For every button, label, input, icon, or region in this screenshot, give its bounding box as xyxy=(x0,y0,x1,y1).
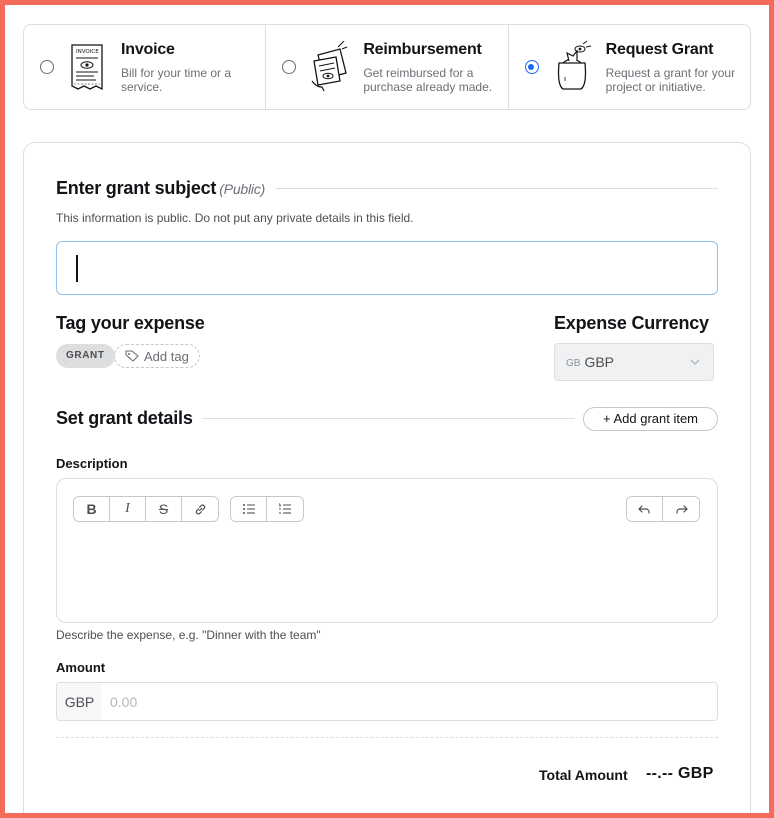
format-toolbar-group: B I S xyxy=(73,496,219,522)
request-grant-title: Request Grant xyxy=(605,41,714,58)
strikethrough-button[interactable]: S xyxy=(146,497,182,521)
currency-flag-code: GB xyxy=(566,357,581,369)
description-label: Description xyxy=(56,456,128,471)
tag-expense-heading: Tag your expense xyxy=(56,313,205,333)
description-help-text: Describe the expense, e.g. "Dinner with … xyxy=(56,628,321,642)
details-divider xyxy=(202,418,575,419)
currency-value: GBP xyxy=(584,354,615,370)
subject-divider xyxy=(276,188,718,189)
italic-button[interactable]: I xyxy=(110,497,146,521)
chevron-down-icon xyxy=(690,359,700,365)
add-tag-button[interactable]: Add tag xyxy=(114,344,200,368)
tag-icon xyxy=(125,350,139,362)
bold-icon: B xyxy=(86,501,97,517)
link-button[interactable] xyxy=(182,497,218,521)
request-grant-description: Request a grant for your project or init… xyxy=(605,66,736,94)
redo-icon xyxy=(675,504,688,514)
reimbursement-radio[interactable] xyxy=(282,60,297,74)
request-grant-radio[interactable] xyxy=(524,60,539,74)
tag-badge-grant[interactable]: GRANT xyxy=(56,344,115,368)
grant-bag-illustration-icon xyxy=(557,41,591,90)
receipts-illustration-icon xyxy=(311,41,348,92)
grant-subject-heading: Enter grant subject (Public) xyxy=(56,178,265,199)
subject-help-text: This information is public. Do not put a… xyxy=(56,211,414,225)
bold-button[interactable]: B xyxy=(74,497,110,521)
bullet-list-icon xyxy=(242,504,255,514)
expense-type-invoice[interactable]: INVOICE Invoice Bill for your time or a … xyxy=(24,25,267,109)
total-amount-label: Total Amount xyxy=(539,767,628,783)
undo-icon xyxy=(638,504,650,514)
expense-type-reimbursement[interactable]: Reimbursement Get reimbursed for a purch… xyxy=(266,25,509,109)
add-grant-item-button[interactable]: + Add grant item xyxy=(583,407,718,431)
invoice-description: Bill for your time or a service. xyxy=(121,66,232,94)
add-tag-label: Add tag xyxy=(144,348,189,364)
invoice-illustration-text: INVOICE xyxy=(76,49,99,55)
description-editor[interactable]: B I S xyxy=(56,478,718,623)
history-toolbar-group xyxy=(626,496,700,522)
currency-select[interactable]: GB GBP xyxy=(554,343,714,381)
numbered-list-icon xyxy=(279,503,291,514)
total-amount-value: --.-- GBP xyxy=(646,765,714,782)
link-icon xyxy=(195,504,205,514)
numbered-list-button[interactable] xyxy=(267,497,303,521)
grant-subject-title: Enter grant subject xyxy=(56,178,217,198)
amount-input[interactable] xyxy=(102,683,717,720)
public-label: (Public) xyxy=(219,181,266,197)
reimbursement-description: Get reimbursed for a purchase already ma… xyxy=(363,66,493,94)
undo-button[interactable] xyxy=(627,497,663,521)
grant-form-panel: Enter grant subject (Public) This informa… xyxy=(23,142,751,818)
bullet-list-button[interactable] xyxy=(231,497,267,521)
grant-details-heading: Set grant details xyxy=(56,408,193,428)
text-caret xyxy=(76,255,78,282)
amount-label: Amount xyxy=(56,660,106,675)
expense-currency-heading: Expense Currency xyxy=(554,313,709,333)
italic-icon: I xyxy=(125,501,130,516)
redo-button[interactable] xyxy=(663,497,699,521)
reimbursement-title: Reimbursement xyxy=(363,41,482,58)
invoice-title: Invoice xyxy=(121,41,175,58)
invoice-illustration-icon: INVOICE xyxy=(71,44,103,91)
invoice-radio[interactable] xyxy=(40,60,54,74)
expense-type-request-grant[interactable]: Request Grant Request a grant for your p… xyxy=(509,25,750,109)
total-divider xyxy=(56,737,718,738)
amount-currency-prefix: GBP xyxy=(57,683,102,720)
grant-subject-input[interactable] xyxy=(56,241,718,295)
expense-type-selector: INVOICE Invoice Bill for your time or a … xyxy=(23,24,751,110)
list-toolbar-group xyxy=(230,496,304,522)
strikethrough-icon: S xyxy=(158,501,169,517)
amount-field: GBP xyxy=(56,682,718,721)
